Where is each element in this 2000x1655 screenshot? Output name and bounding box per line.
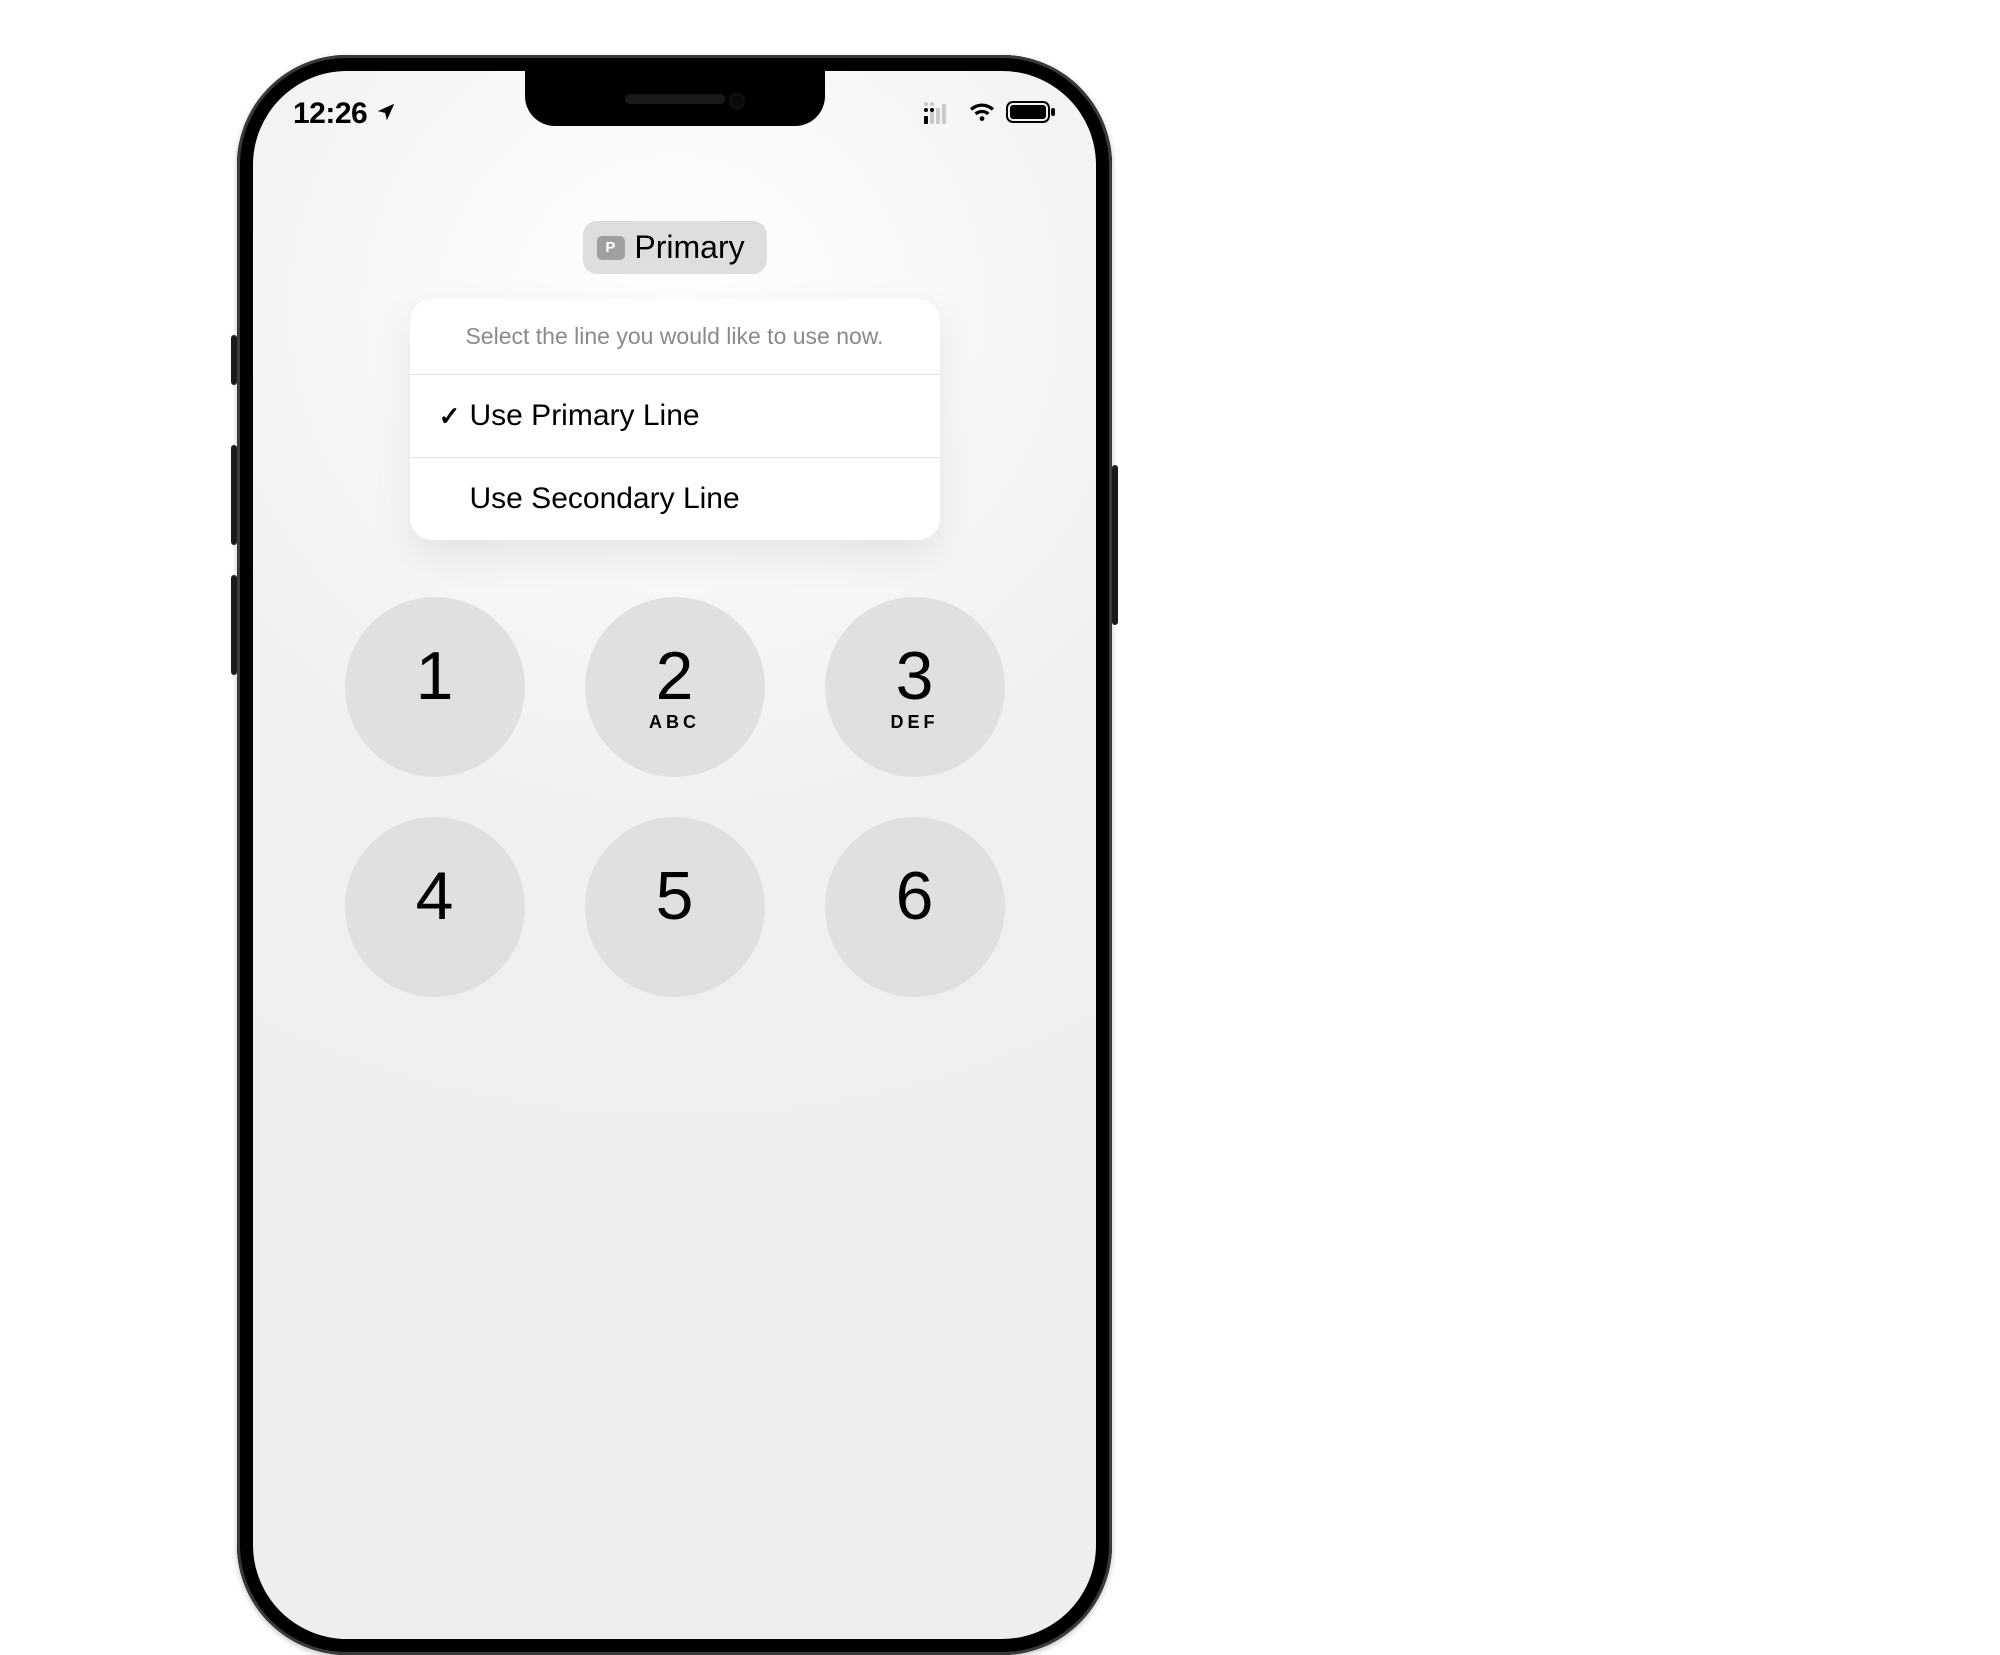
- dual-signal-icon: [924, 100, 958, 129]
- keypad-letters: ABC: [649, 712, 700, 732]
- line-selector-menu: Select the line you would like to use no…: [410, 299, 940, 540]
- line-selector-pill[interactable]: P Primary: [582, 221, 766, 274]
- line-option-secondary[interactable]: Use Secondary Line: [410, 458, 940, 540]
- dialer-keypad: 1 2 ABC 3 DEF 4 5 6: [325, 597, 1025, 997]
- keypad-letters: DEF: [891, 712, 939, 732]
- mute-switch: [231, 335, 237, 385]
- line-option-label: Use Secondary Line: [470, 482, 740, 516]
- keypad-digit: 5: [656, 862, 694, 930]
- status-left: 12:26: [293, 97, 397, 131]
- keypad-digit: 1: [416, 642, 454, 710]
- keypad-key-2[interactable]: 2 ABC: [585, 597, 765, 777]
- keypad-digit: 4: [416, 862, 454, 930]
- keypad-key-3[interactable]: 3 DEF: [825, 597, 1005, 777]
- front-camera-icon: [729, 93, 745, 109]
- line-option-label: Use Primary Line: [470, 399, 700, 433]
- volume-up-button: [231, 445, 237, 545]
- checkmark-icon: ✓: [434, 401, 466, 432]
- battery-icon: [1006, 100, 1056, 129]
- volume-down-button: [231, 575, 237, 675]
- keypad-digit: 2: [656, 642, 694, 710]
- keypad-key-6[interactable]: 6: [825, 817, 1005, 997]
- phone-screen: 12:26: [253, 71, 1096, 1639]
- location-arrow-icon: [375, 97, 397, 131]
- line-selector-label: Primary: [634, 229, 744, 266]
- line-badge-icon: P: [596, 236, 624, 260]
- phone-device-frame: 12:26: [237, 55, 1112, 1655]
- wifi-icon: [968, 101, 996, 128]
- line-option-primary[interactable]: ✓ Use Primary Line: [410, 375, 940, 458]
- clock-label: 12:26: [293, 97, 367, 131]
- keypad-digit: 3: [896, 642, 934, 710]
- earpiece: [625, 94, 725, 104]
- notch: [525, 71, 825, 126]
- side-button: [1112, 465, 1118, 625]
- status-right: [924, 100, 1056, 129]
- keypad-digit: 6: [896, 862, 934, 930]
- keypad-key-4[interactable]: 4: [345, 817, 525, 997]
- line-selector-prompt: Select the line you would like to use no…: [410, 299, 940, 375]
- keypad-key-5[interactable]: 5: [585, 817, 765, 997]
- keypad-key-1[interactable]: 1: [345, 597, 525, 777]
